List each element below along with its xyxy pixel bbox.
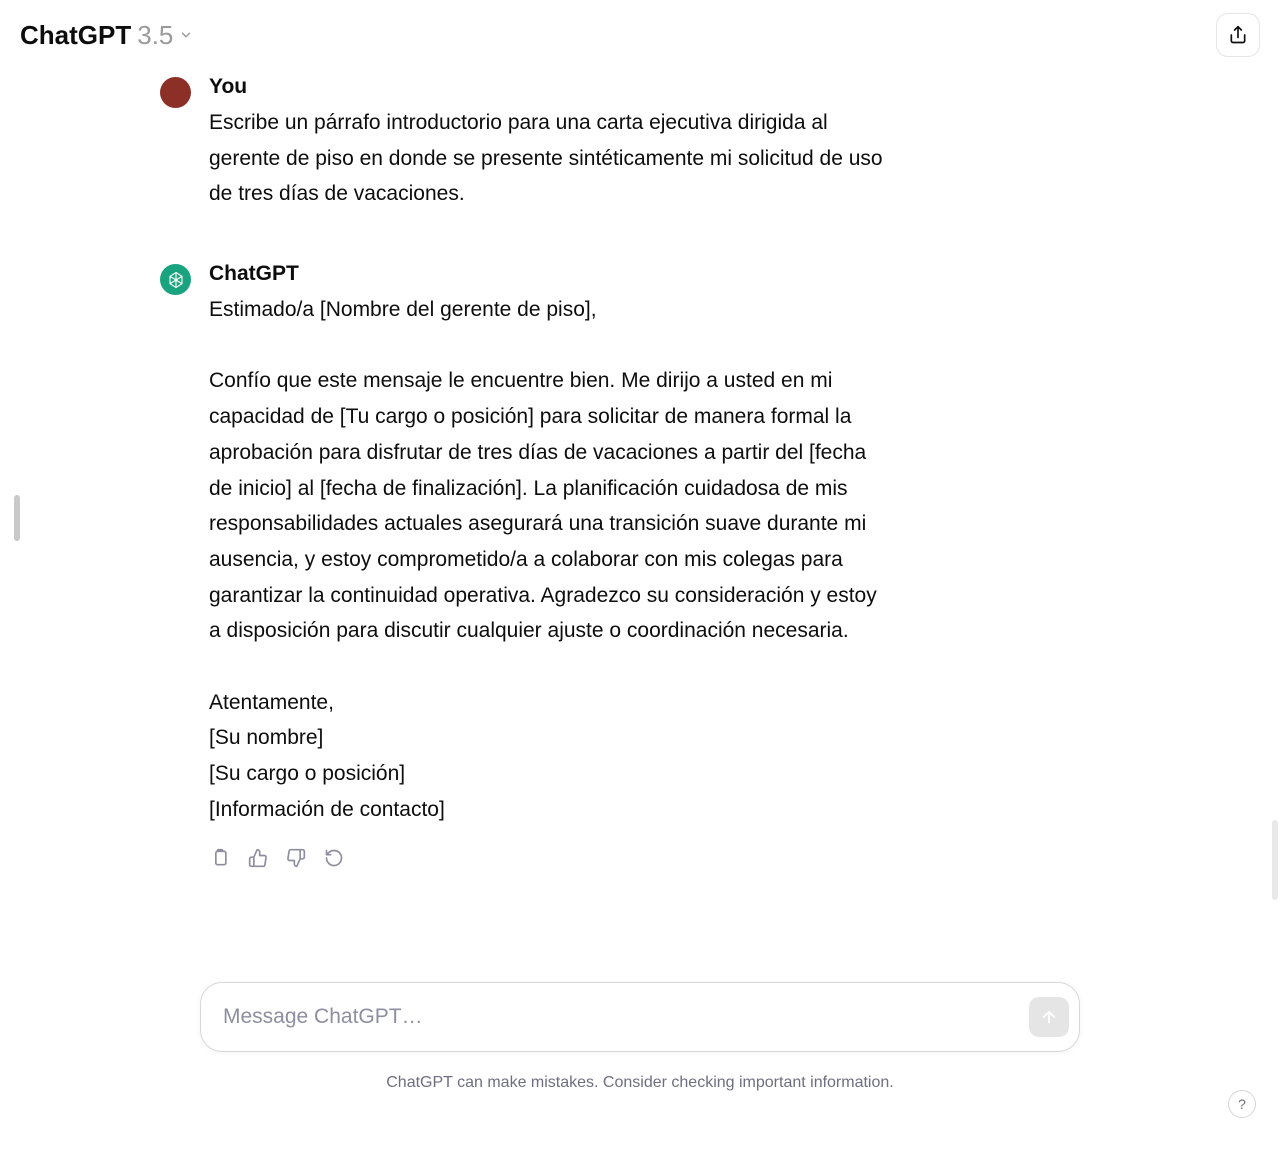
help-icon: ?	[1238, 1096, 1246, 1112]
disclaimer: ChatGPT can make mistakes. Consider chec…	[0, 1074, 1280, 1092]
assistant-author-label: ChatGPT	[209, 262, 889, 286]
clipboard-icon	[210, 848, 230, 868]
header: ChatGPT 3.5	[0, 0, 1280, 70]
assistant-avatar	[160, 264, 191, 295]
input-box[interactable]	[200, 982, 1080, 1052]
regenerate-button[interactable]	[323, 847, 345, 869]
assistant-message: ChatGPT Estimado/a [Nombre del gerente d…	[160, 262, 1120, 869]
thumbs-up-button[interactable]	[247, 847, 269, 869]
user-message-body: You Escribe un párrafo introductorio par…	[209, 75, 889, 212]
conversation: You Escribe un párrafo introductorio par…	[0, 75, 1280, 922]
user-message: You Escribe un párrafo introductorio par…	[160, 75, 1120, 212]
message-input[interactable]	[223, 1005, 1029, 1029]
model-version: 3.5	[137, 20, 173, 51]
assistant-message-text: Estimado/a [Nombre del gerente de piso],…	[209, 292, 889, 827]
send-button[interactable]	[1029, 997, 1069, 1037]
help-button[interactable]: ?	[1228, 1090, 1256, 1118]
thumbs-down-icon	[286, 848, 306, 868]
share-button[interactable]	[1216, 13, 1260, 57]
copy-button[interactable]	[209, 847, 231, 869]
chevron-down-icon	[179, 28, 193, 42]
user-avatar	[160, 77, 191, 108]
share-icon	[1228, 25, 1248, 45]
user-message-text: Escribe un párrafo introductorio para un…	[209, 105, 889, 212]
openai-logo-icon	[167, 271, 185, 289]
assistant-actions	[209, 847, 889, 869]
arrow-up-icon	[1040, 1008, 1058, 1026]
regenerate-icon	[324, 848, 344, 868]
model-switcher[interactable]: ChatGPT 3.5	[20, 20, 193, 51]
user-author-label: You	[209, 75, 889, 99]
input-area	[200, 982, 1080, 1052]
model-name: ChatGPT	[20, 20, 131, 51]
thumbs-up-icon	[248, 848, 268, 868]
thumbs-down-button[interactable]	[285, 847, 307, 869]
assistant-message-body: ChatGPT Estimado/a [Nombre del gerente d…	[209, 262, 889, 869]
